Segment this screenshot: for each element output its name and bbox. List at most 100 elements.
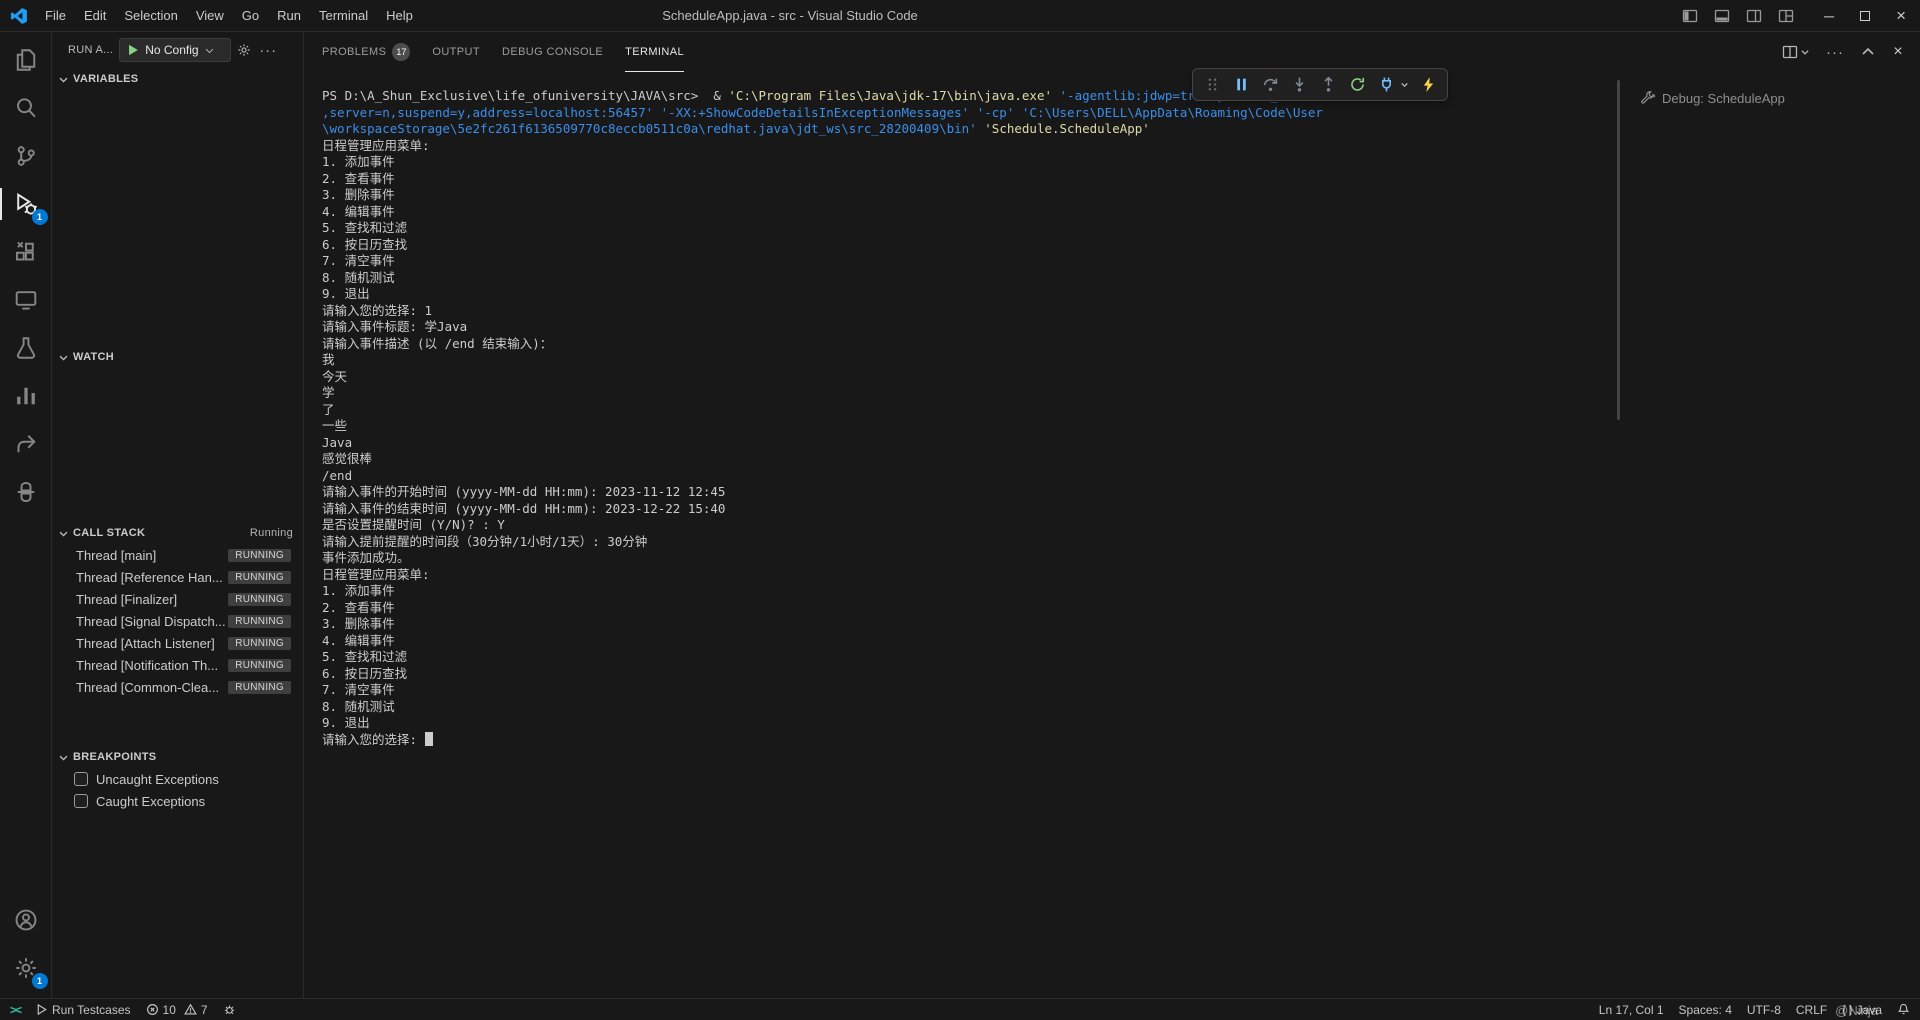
run-testcases-button[interactable]: Run Testcases — [35, 1003, 131, 1017]
section-label: BREAKPOINTS — [73, 751, 157, 763]
status-cursor-position[interactable]: Ln 17, Col 1 — [1599, 1003, 1664, 1017]
section-watch[interactable]: WATCH — [52, 346, 303, 368]
panel-maximize-chevron[interactable] — [1860, 44, 1876, 60]
terminal-instance-item[interactable]: Debug: ScheduleApp — [1634, 88, 1912, 109]
extensions-icon[interactable] — [0, 228, 52, 276]
source-control-icon[interactable] — [0, 132, 52, 180]
start-debug-icon[interactable] — [126, 43, 140, 57]
step-over-button[interactable] — [1260, 75, 1280, 95]
call-stack-thread[interactable]: Thread [Signal Dispatch... RUNNING — [52, 610, 303, 632]
restart-button[interactable] — [1347, 75, 1367, 95]
section-label: WATCH — [73, 351, 115, 363]
split-terminal-button[interactable] — [1782, 44, 1810, 60]
testing-icon[interactable] — [0, 324, 52, 372]
menu-item[interactable]: Go — [233, 0, 268, 32]
settings-badge: 1 — [31, 973, 48, 989]
menu-item[interactable]: Run — [268, 0, 310, 32]
panel-tab[interactable]: OUTPUT — [432, 32, 480, 72]
close-button[interactable]: × — [1896, 6, 1906, 26]
terminal-line: 3. 删除事件 — [322, 616, 395, 631]
remote-explorer-icon[interactable] — [0, 276, 52, 324]
python-icon[interactable] — [0, 468, 52, 516]
panel-tab-label: OUTPUT — [432, 45, 480, 58]
layout-sidebar-icon[interactable] — [1682, 8, 1698, 24]
thread-state-badge: RUNNING — [228, 570, 291, 584]
window-title: ScheduleApp.java - src - Visual Studio C… — [662, 8, 918, 23]
menu-item[interactable]: Edit — [75, 0, 115, 32]
braces-icon: { } — [1842, 1003, 1853, 1016]
debug-status-icon[interactable] — [223, 1003, 236, 1016]
call-stack-thread[interactable]: Thread [Attach Listener] RUNNING — [52, 632, 303, 654]
terminal-line: 4. 编辑事件 — [322, 632, 395, 648]
charts-icon[interactable] — [0, 372, 52, 420]
settings-gear-icon[interactable]: 1 — [0, 944, 52, 992]
terminal-cursor — [424, 731, 433, 746]
problems-status[interactable]: 10 7 — [146, 1003, 208, 1017]
remote-icon: >< — [10, 1002, 22, 1017]
menu-item[interactable]: File — [36, 0, 75, 32]
panel-tab[interactable]: PROBLEMS 17 — [322, 32, 411, 72]
section-breakpoints[interactable]: BREAKPOINTS — [52, 746, 303, 768]
breakpoint-checkbox[interactable] — [74, 794, 88, 808]
run-and-debug-icon[interactable]: 1 — [0, 180, 52, 228]
breakpoint-checkbox[interactable] — [74, 772, 88, 786]
chevron-down-icon[interactable] — [1400, 80, 1409, 89]
menu-item[interactable]: Terminal — [310, 0, 377, 32]
call-stack-thread[interactable]: Thread [Notification Th... RUNNING — [52, 654, 303, 676]
share-icon[interactable] — [0, 420, 52, 468]
terminal-scrollbar[interactable] — [1617, 80, 1620, 420]
terminal-line: 6. 按日历查找 — [322, 236, 408, 252]
section-variables[interactable]: VARIABLES — [52, 68, 303, 90]
terminal-line: 5. 查找和过滤 — [322, 649, 408, 664]
menu-item[interactable]: View — [187, 0, 233, 32]
panel-more-actions[interactable]: ··· — [1824, 45, 1846, 60]
terminal-output[interactable]: PS D:\A_Shun_Exclusive\life_ofuniversity… — [304, 72, 1624, 998]
gear-icon[interactable] — [237, 43, 251, 57]
debug-config-dropdown[interactable]: No Config — [119, 38, 232, 62]
hot-code-replace-button[interactable] — [1418, 75, 1438, 95]
run-debug-badge: 1 — [31, 209, 48, 225]
chevron-down-icon — [58, 752, 69, 763]
explorer-icon[interactable] — [0, 36, 52, 84]
panel-tab[interactable]: TERMINAL — [625, 32, 684, 72]
panel-tab[interactable]: DEBUG CONSOLE — [502, 32, 603, 72]
section-call-stack[interactable]: CALL STACK Running — [52, 522, 303, 544]
call-stack-status: Running — [249, 527, 293, 539]
chevron-down-icon — [58, 352, 69, 363]
call-stack-thread[interactable]: Thread [Finalizer] RUNNING — [52, 588, 303, 610]
call-stack-thread[interactable]: Thread [Common-Clea... RUNNING — [52, 676, 303, 698]
thread-name: Thread [Attach Listener] — [76, 635, 215, 651]
status-indentation[interactable]: Spaces: 4 — [1679, 1003, 1732, 1017]
accounts-icon[interactable] — [0, 896, 52, 944]
status-encoding[interactable]: UTF-8 — [1747, 1003, 1781, 1017]
call-stack-thread[interactable]: Thread [main] RUNNING — [52, 544, 303, 566]
step-out-button[interactable] — [1318, 75, 1338, 95]
step-into-button[interactable] — [1289, 75, 1309, 95]
remote-indicator[interactable]: >< — [10, 1002, 22, 1017]
maximize-button[interactable] — [1860, 10, 1871, 21]
terminal-line: 请输入您的选择: 1 — [322, 302, 433, 318]
terminal-line: 7. 清空事件 — [322, 682, 395, 697]
breakpoint-label: Uncaught Exceptions — [96, 771, 219, 787]
customize-layout-icon[interactable] — [1778, 8, 1794, 24]
panel-close-button[interactable]: × — [1890, 43, 1906, 60]
layout-secondary-sidebar-icon[interactable] — [1746, 8, 1762, 24]
status-eol[interactable]: CRLF — [1796, 1003, 1827, 1017]
activity-bar: 1 1 — [0, 32, 52, 998]
menu-item[interactable]: Help — [377, 0, 422, 32]
notifications-bell[interactable] — [1897, 1003, 1910, 1016]
minimize-button[interactable]: ─ — [1824, 8, 1834, 24]
sidebar-more-actions[interactable]: ··· — [257, 43, 279, 58]
search-icon[interactable] — [0, 84, 52, 132]
thread-name: Thread [Signal Dispatch... — [76, 613, 226, 629]
thread-state-badge: RUNNING — [228, 636, 291, 650]
status-language-mode[interactable]: { } Java — [1842, 1003, 1882, 1017]
terminal-line: 2. 查看事件 — [322, 170, 395, 186]
call-stack-thread[interactable]: Thread [Reference Han... RUNNING — [52, 566, 303, 588]
menu-item[interactable]: Selection — [115, 0, 186, 32]
thread-state-badge: RUNNING — [228, 658, 291, 672]
layout-panel-icon[interactable] — [1714, 8, 1730, 24]
disconnect-button[interactable] — [1376, 75, 1396, 95]
drag-grip-icon[interactable] — [1202, 75, 1222, 95]
pause-button[interactable] — [1231, 75, 1251, 95]
